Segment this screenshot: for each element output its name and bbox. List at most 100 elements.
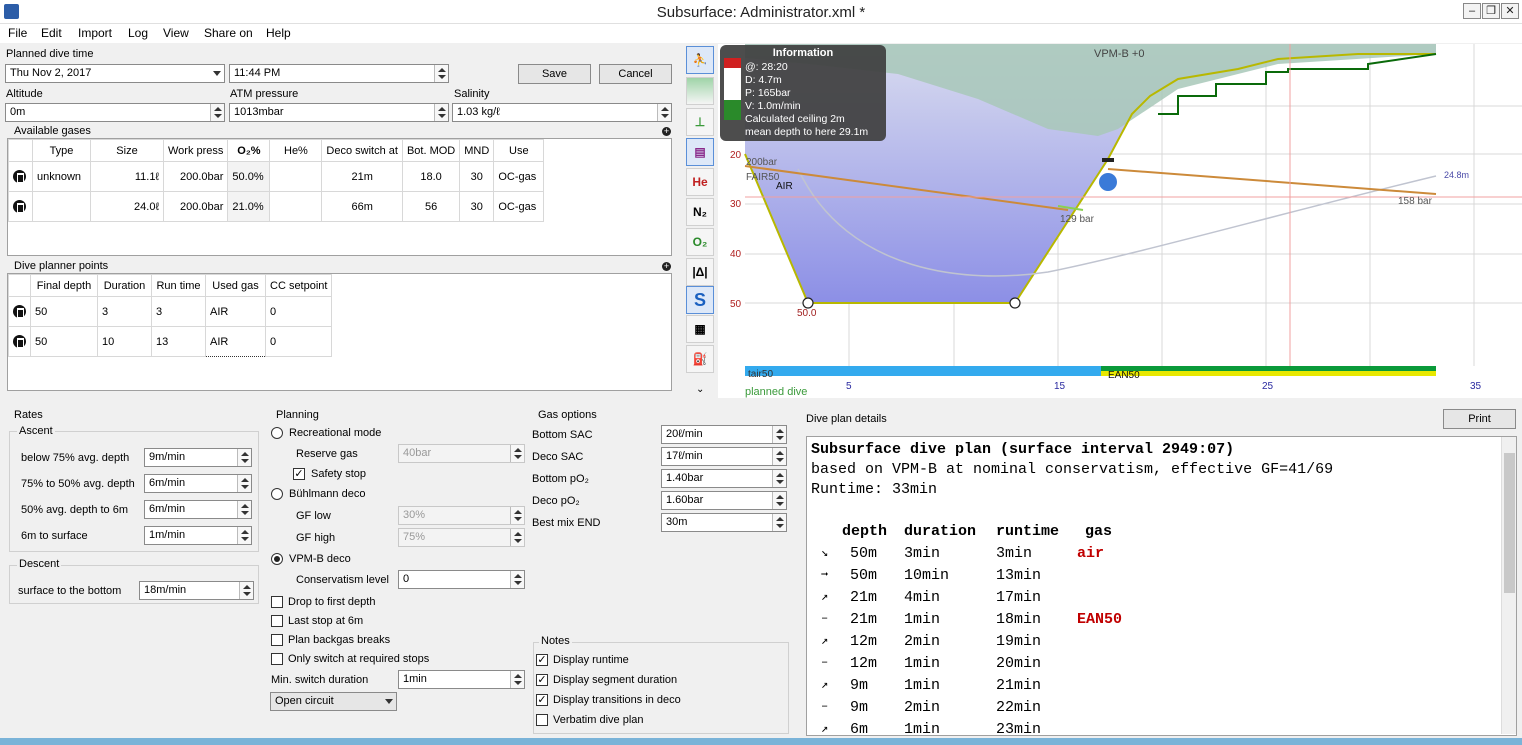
cell[interactable]: AIR	[205, 326, 266, 357]
backgas-breaks-checkbox[interactable]	[271, 634, 283, 646]
cell[interactable]: AIR	[205, 296, 266, 327]
scale-icon[interactable]: S	[686, 286, 714, 314]
trash-icon[interactable]	[13, 335, 26, 348]
cell[interactable]: 0	[264, 326, 333, 357]
display-transitions-checkbox[interactable]: ✓	[536, 694, 548, 706]
spin-icon[interactable]	[434, 104, 448, 121]
reserve-gas-input[interactable]: 40bar	[398, 444, 525, 463]
date-select[interactable]: Thu Nov 2, 2017	[5, 64, 225, 83]
minimize-button[interactable]: –	[1463, 3, 1481, 19]
spin-icon[interactable]	[237, 475, 251, 492]
trash-icon[interactable]	[13, 305, 26, 318]
spin-icon[interactable]	[237, 449, 251, 466]
cell[interactable]: 18.0	[401, 161, 461, 192]
menu-edit[interactable]: Edit	[41, 26, 62, 40]
col-size[interactable]: Size	[90, 139, 164, 162]
cell[interactable]: 21.0%	[227, 191, 271, 222]
scrollbar-thumb[interactable]	[1504, 453, 1515, 593]
spin-icon[interactable]	[657, 104, 671, 121]
add-point-icon[interactable]: +	[662, 262, 671, 271]
best-mix-end-input[interactable]: 30m	[661, 513, 787, 532]
time-input[interactable]: 11:44 PM	[229, 64, 449, 83]
tank-bar-icon[interactable]: ⛽	[686, 345, 714, 373]
ascent-rate-input[interactable]: 9m/min	[144, 448, 252, 467]
cell[interactable]: 50	[30, 326, 98, 357]
deco-po2-input[interactable]: 1.60bar	[661, 491, 787, 510]
cell[interactable]: 30	[459, 191, 495, 222]
menu-log[interactable]: Log	[128, 26, 148, 40]
spin-icon[interactable]	[210, 104, 224, 121]
cell[interactable]: unknown	[32, 161, 91, 192]
cell[interactable]: 30	[459, 161, 495, 192]
col-type[interactable]: Type	[32, 139, 91, 162]
cell[interactable]: 21m	[321, 161, 403, 192]
cell[interactable]: 11.1ℓ	[90, 161, 164, 192]
col-cc-setpoint[interactable]: CC setpoint	[264, 274, 333, 297]
cell[interactable]: 200.0bar	[162, 191, 229, 222]
descent-rate-input[interactable]: 18m/min	[139, 581, 254, 600]
spin-icon[interactable]	[237, 501, 251, 518]
tissue-graph-icon[interactable]	[686, 77, 714, 105]
cell[interactable]: 13	[151, 326, 206, 357]
salinity-input[interactable]: 1.03 kg/ℓ	[452, 103, 672, 122]
ceiling-icon[interactable]: ⊥	[686, 108, 714, 136]
last-stop-checkbox[interactable]	[271, 615, 283, 627]
close-button[interactable]: ✕	[1501, 3, 1519, 19]
menu-help[interactable]: Help	[266, 26, 291, 40]
cell[interactable]: 3	[151, 296, 206, 327]
display-runtime-checkbox[interactable]: ✓	[536, 654, 548, 666]
cell[interactable]	[269, 161, 323, 192]
scrollbar[interactable]	[1501, 437, 1516, 734]
altitude-input[interactable]: 0m	[5, 103, 225, 122]
col-final-depth[interactable]: Final depth	[30, 274, 98, 297]
o2-icon[interactable]: O₂	[686, 228, 714, 256]
bottom-sac-input[interactable]: 20ℓ/min	[661, 425, 787, 444]
cell[interactable]: 50	[30, 296, 98, 327]
spin-icon[interactable]	[510, 671, 524, 688]
min-switch-input[interactable]: 1min	[398, 670, 525, 689]
spin-icon[interactable]	[772, 492, 786, 509]
profile-mode-icon[interactable]: ⛹	[686, 46, 714, 74]
spin-icon[interactable]	[434, 65, 448, 82]
cell[interactable]	[32, 191, 91, 222]
col-run-time[interactable]: Run time	[151, 274, 206, 297]
cell[interactable]: 24.0ℓ	[90, 191, 164, 222]
trash-icon[interactable]	[13, 200, 26, 213]
conservatism-input[interactable]: 0	[398, 570, 525, 589]
add-gas-icon[interactable]: +	[662, 127, 671, 136]
safety-stop-checkbox[interactable]: ✓	[293, 468, 305, 480]
col-duration[interactable]: Duration	[97, 274, 152, 297]
circuit-select[interactable]: Open circuit	[270, 692, 397, 711]
drop-first-depth-checkbox[interactable]	[271, 596, 283, 608]
spin-icon[interactable]	[772, 426, 786, 443]
spin-icon[interactable]	[510, 529, 524, 546]
picture-icon[interactable]: ▦	[686, 315, 714, 343]
atm-input[interactable]: 1013mbar	[229, 103, 449, 122]
cell[interactable]: OC-gas	[493, 161, 545, 192]
menu-import[interactable]: Import	[78, 26, 112, 40]
cell[interactable]: 0	[264, 296, 333, 327]
verbatim-checkbox[interactable]	[536, 714, 548, 726]
spin-icon[interactable]	[239, 582, 253, 599]
col-mnd[interactable]: MND	[459, 139, 495, 162]
spin-icon[interactable]	[510, 571, 524, 588]
more-chevron-icon[interactable]: ⌄	[696, 384, 704, 395]
ascent-rate-input[interactable]: 6m/min	[144, 500, 252, 519]
cell[interactable]	[269, 191, 323, 222]
spin-icon[interactable]	[237, 527, 251, 544]
print-button[interactable]: Print	[1443, 409, 1516, 429]
dive-profile[interactable]: VPM-B +0 200bar FAIR50 AIR 129 bar 158 b…	[718, 44, 1522, 398]
gf-high-input[interactable]: 75%	[398, 528, 525, 547]
col-deco-switch[interactable]: Deco switch at	[321, 139, 403, 162]
spin-icon[interactable]	[772, 514, 786, 531]
trash-icon[interactable]	[13, 170, 26, 183]
spin-icon[interactable]	[510, 507, 524, 524]
col-he[interactable]: He%	[269, 139, 323, 162]
only-switch-checkbox[interactable]	[271, 653, 283, 665]
menu-file[interactable]: File	[8, 26, 27, 40]
cell[interactable]: 50.0%	[227, 161, 271, 192]
cancel-button[interactable]: Cancel	[599, 64, 672, 84]
vpmb-radio[interactable]	[271, 553, 283, 565]
n2-icon[interactable]: N₂	[686, 198, 714, 226]
waypoint-handle[interactable]	[802, 297, 814, 309]
